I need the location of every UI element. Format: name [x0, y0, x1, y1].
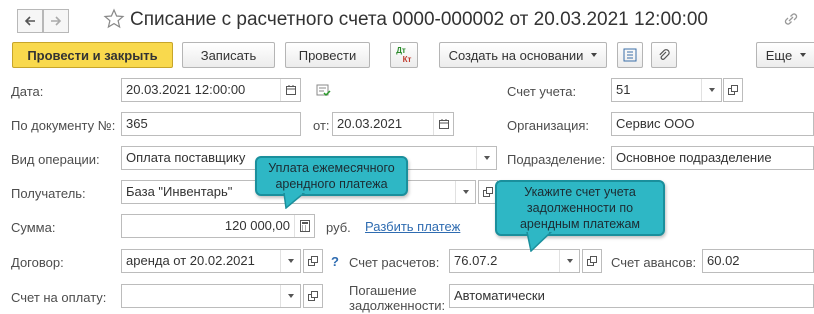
invoice-field[interactable]: [121, 284, 301, 308]
contract-value: аренда от 20.02.2021: [126, 253, 255, 268]
arrow-right-icon: [51, 16, 62, 26]
calculator-button[interactable]: [294, 215, 314, 237]
amount-value: 120 000,00: [224, 218, 290, 233]
doc-date-label: от:: [313, 118, 330, 133]
recipient-dropdown-button[interactable]: [455, 181, 475, 203]
post-status-icon[interactable]: [316, 84, 332, 98]
page-title: Списание с расчетного счета 0000-000002 …: [130, 9, 708, 30]
callout-monthly-rent: Уплата ежемесячного арендного платежа: [255, 156, 408, 196]
create-based-on-label: Создать на основании: [448, 47, 584, 63]
advance-account-field[interactable]: 60.02: [702, 249, 814, 273]
star-icon[interactable]: [103, 8, 125, 30]
split-payment-link[interactable]: Разбить платеж: [365, 219, 460, 234]
dt-label: Дт: [396, 46, 406, 55]
dt-kt-button[interactable]: Дт Кт: [390, 42, 418, 68]
create-based-on-button[interactable]: Создать на основании: [439, 42, 607, 68]
date-value: 20.03.2021 12:00:00: [126, 82, 246, 97]
contract-label: Договор:: [11, 255, 64, 270]
doc-number-field[interactable]: 365: [121, 112, 301, 136]
settlement-account-value: 76.07.2: [454, 253, 498, 268]
chevron-down-icon: [566, 259, 573, 263]
org-label: Организация:: [507, 118, 590, 133]
callout-pointer: [526, 232, 553, 252]
account-value: 51: [616, 82, 631, 97]
doc-number-label: По документу №:: [11, 118, 116, 133]
account-field[interactable]: 51: [611, 78, 722, 102]
kt-label: Кт: [402, 55, 412, 64]
callout-debt-account: Укажите счет учета задолженности по арен…: [495, 180, 665, 236]
link-icon[interactable]: [782, 10, 800, 28]
amount-label: Сумма:: [11, 220, 56, 235]
chevron-down-icon: [287, 294, 294, 298]
callout-monthly-rent-line1: Уплата ежемесячного: [268, 161, 395, 175]
account-label: Счет учета:: [507, 84, 577, 99]
chevron-down-icon: [591, 53, 598, 57]
contract-open-button[interactable]: [303, 249, 323, 273]
open-icon: [587, 256, 597, 266]
dept-label: Подразделение:: [507, 152, 606, 167]
back-button[interactable]: [17, 9, 43, 33]
debt-repayment-select[interactable]: Автоматически: [449, 284, 814, 308]
callout-monthly-rent-line2: арендного платежа: [275, 177, 388, 191]
open-icon: [728, 85, 738, 95]
hierarchy-icon: [623, 48, 637, 62]
paperclip-icon: [659, 49, 670, 60]
arrow-left-icon: [24, 16, 35, 26]
contract-help-icon[interactable]: ?: [331, 254, 339, 269]
chevron-down-icon: [287, 259, 294, 263]
contract-field[interactable]: аренда от 20.02.2021: [121, 249, 301, 273]
recipient-label: Получатель:: [11, 186, 86, 201]
attach-button[interactable]: [651, 42, 677, 68]
chevron-down-icon: [800, 53, 807, 57]
calendar-icon: [285, 85, 296, 95]
account-dropdown-button[interactable]: [701, 79, 721, 101]
debt-repayment-label-line2: задолженности:: [349, 298, 446, 313]
operation-dropdown-button[interactable]: [476, 147, 496, 169]
operation-label: Вид операции:: [11, 152, 100, 167]
invoice-open-button[interactable]: [303, 284, 323, 308]
calculator-icon: [299, 220, 310, 232]
save-button[interactable]: Записать: [182, 42, 275, 68]
amount-field[interactable]: 120 000,00: [121, 214, 315, 238]
more-button[interactable]: Еще: [756, 42, 814, 68]
callout-debt-account-line3: арендным платежам: [519, 217, 641, 231]
invoice-label: Счет на оплату:: [11, 290, 107, 305]
structure-button[interactable]: [617, 42, 643, 68]
settlement-account-field[interactable]: 76.07.2: [449, 249, 580, 273]
calendar-button[interactable]: [433, 113, 453, 135]
operation-value: Оплата поставщику: [126, 150, 246, 165]
debt-repayment-label-line1: Погашение: [349, 283, 417, 298]
calendar-icon: [438, 119, 449, 129]
open-icon: [308, 291, 318, 301]
post-and-close-button[interactable]: Провести и закрыть: [12, 42, 173, 68]
org-field[interactable]: Сервис ООО: [611, 112, 814, 136]
date-field[interactable]: 20.03.2021 12:00:00: [121, 78, 301, 102]
dept-field[interactable]: Основное подразделение: [611, 146, 814, 170]
invoice-dropdown-button[interactable]: [280, 285, 300, 307]
contract-dropdown-button[interactable]: [280, 250, 300, 272]
callout-debt-account-line2: задолженности по: [526, 201, 634, 215]
post-button[interactable]: Провести: [285, 42, 370, 68]
recipient-value: База "Инвентарь": [126, 184, 233, 199]
doc-date-field[interactable]: 20.03.2021: [332, 112, 454, 136]
doc-date-value: 20.03.2021: [337, 116, 403, 131]
chevron-down-icon: [483, 156, 490, 160]
calendar-button[interactable]: [280, 79, 300, 101]
settlement-account-open-button[interactable]: [582, 249, 602, 273]
advance-account-label: Счет авансов:: [611, 255, 697, 270]
chevron-down-icon: [708, 88, 715, 92]
settlement-account-label: Счет расчетов:: [349, 255, 440, 270]
date-label: Дата:: [11, 84, 44, 99]
callout-debt-account-line1: Укажите счет учета: [524, 185, 636, 199]
settlement-account-dropdown-button[interactable]: [559, 250, 579, 272]
open-icon: [308, 256, 318, 266]
currency-label: руб.: [326, 220, 351, 235]
account-open-button[interactable]: [723, 78, 743, 102]
more-label: Еще: [765, 47, 793, 63]
callout-pointer: [283, 193, 306, 209]
open-icon: [483, 187, 493, 197]
chevron-down-icon: [462, 190, 469, 194]
forward-button[interactable]: [43, 9, 69, 33]
